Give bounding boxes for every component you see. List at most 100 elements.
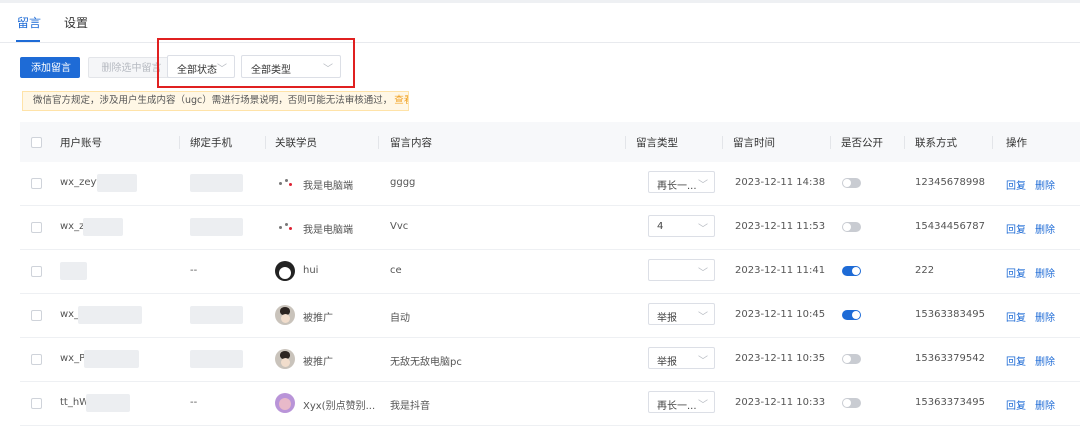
column-divider [904,136,905,149]
photo-avatar-icon [275,349,295,369]
contact-cell: 12345678998 [915,177,985,188]
content-cell: ce [390,265,402,276]
redacted-account [78,306,142,324]
column-divider [830,136,831,149]
message-type-value: 再长一... [657,181,697,192]
public-toggle[interactable] [842,178,861,188]
penguin-avatar-icon [275,261,295,281]
time-cell: 2023-12-11 10:33 [735,397,826,408]
message-type-select[interactable]: 再长一... ﹀ [648,171,715,193]
contact-cell: 15434456787 [915,221,985,232]
contact-cell: 222 [915,265,935,276]
col-contact: 联系方式 [915,137,957,149]
public-toggle[interactable] [842,266,861,276]
table-header: 用户账号 绑定手机 关联学员 留言内容 留言类型 留言时间 是否公开 联系方式 … [20,122,1080,162]
top-border [0,0,1080,3]
redacted-account [60,262,87,280]
message-type-select[interactable]: 举报 ﹀ [648,303,715,325]
chevron-down-icon: ﹀ [698,400,708,411]
public-toggle[interactable] [842,354,861,364]
table-row: wx_zeyf 我是电脑端 gggg 再长一... ﹀ 2023-12-11 1… [20,162,1080,206]
column-divider [722,136,723,149]
col-time: 留言时间 [733,137,775,149]
time-cell: 2023-12-11 10:45 [735,309,826,320]
chevron-down-icon: ﹀ [698,180,708,191]
chevron-down-icon: ﹀ [698,356,708,367]
chevron-down-icon: ﹀ [698,312,708,323]
student-cell: 被推广 [303,357,333,368]
content-cell: 自动 [390,313,410,324]
message-type-value: 4 [657,221,664,232]
redacted-account [83,218,123,236]
reply-link[interactable]: 回复 [1006,221,1026,236]
reply-link[interactable]: 回复 [1006,353,1026,368]
col-account: 用户账号 [60,137,102,149]
table-row: wx_z 我是电脑端 Vvc 4 ﹀ 2023-12-11 11:53 1543… [20,206,1080,250]
tutorial-link[interactable]: 查看教程 [394,95,408,106]
table-row: wx_P 被推广 无敌无敌电脑pc 举报 ﹀ 2023-12-11 10:35 … [20,338,1080,382]
notice-text: 微信官方规定，涉及用户生成内容（ugc）需进行场景说明，否则可能无法审核通过， [33,95,393,106]
redacted-account [84,350,139,368]
account-cell: wx_z [60,221,85,232]
account-cell: tt_hW [60,397,90,408]
phone-cell: -- [190,397,198,408]
account-cell: wx_P [60,353,86,364]
table-row: wx_ 被推广 自动 举报 ﹀ 2023-12-11 10:45 1536338… [20,294,1080,338]
message-type-select[interactable]: 再长一... ﹀ [648,391,715,413]
col-student: 关联学员 [275,137,317,149]
column-divider [378,136,379,149]
col-content: 留言内容 [390,137,432,149]
message-type-select[interactable]: ﹀ [648,259,715,281]
student-cell: 被推广 [303,313,333,324]
reply-link[interactable]: 回复 [1006,177,1026,192]
delete-link[interactable]: 删除 [1035,265,1055,280]
col-actions: 操作 [1006,137,1027,149]
account-cell: wx_zeyf [60,177,100,188]
add-message-button[interactable]: 添加留言 [20,57,80,78]
redacted-account [86,394,130,412]
public-toggle[interactable] [842,398,861,408]
photo-avatar-icon [275,305,295,325]
row-checkbox[interactable] [31,354,42,365]
contact-cell: 15363379542 [915,353,985,364]
row-checkbox[interactable] [31,266,42,277]
highlight-annotation [157,38,355,88]
active-tab-indicator [16,40,40,42]
message-type-select[interactable]: 举报 ﹀ [648,347,715,369]
time-cell: 2023-12-11 11:53 [735,221,826,232]
chevron-down-icon: ﹀ [698,268,708,279]
delete-link[interactable]: 删除 [1035,221,1055,236]
content-cell: 无敌无敌电脑pc [390,357,462,368]
redacted-phone [190,350,243,368]
redacted-phone [190,218,243,236]
table-row: -- hui ce ﹀ 2023-12-11 11:41 222 回复 删除 [20,250,1080,294]
time-cell: 2023-12-11 11:41 [735,265,826,276]
tab-settings[interactable]: 设置 [64,14,88,31]
public-toggle[interactable] [842,310,861,320]
column-divider [992,136,993,149]
reply-link[interactable]: 回复 [1006,265,1026,280]
row-checkbox[interactable] [31,398,42,409]
row-checkbox[interactable] [31,310,42,321]
col-phone: 绑定手机 [190,137,232,149]
delete-link[interactable]: 删除 [1035,177,1055,192]
phone-cell: -- [190,265,198,276]
tab-messages[interactable]: 留言 [17,14,41,31]
student-cell: hui [303,265,319,276]
student-cell: 我是电脑端 [303,225,353,236]
column-divider [179,136,180,149]
dots-avatar-icon [275,217,295,237]
reply-link[interactable]: 回复 [1006,309,1026,324]
col-public: 是否公开 [841,137,883,149]
dots-avatar-icon [275,173,295,193]
select-all-checkbox[interactable] [31,137,42,148]
row-checkbox[interactable] [31,222,42,233]
delete-link[interactable]: 删除 [1035,353,1055,368]
row-checkbox[interactable] [31,178,42,189]
message-type-select[interactable]: 4 ﹀ [648,215,715,237]
public-toggle[interactable] [842,222,861,232]
ugc-notice: 微信官方规定，涉及用户生成内容（ugc）需进行场景说明，否则可能无法审核通过，查… [22,91,409,111]
column-divider [625,136,626,149]
delete-link[interactable]: 删除 [1035,309,1055,324]
time-cell: 2023-12-11 10:35 [735,353,826,364]
